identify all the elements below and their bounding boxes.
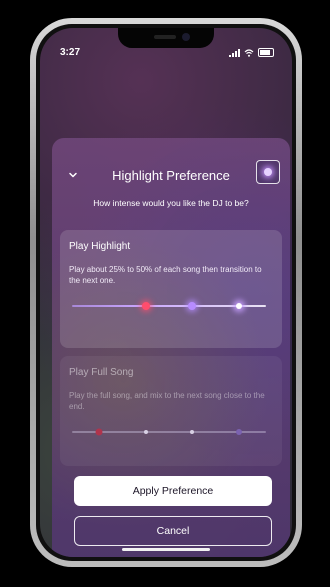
phone-frame: 3:27 Highlight Preference How intense wo… (30, 18, 302, 567)
wifi-icon (244, 48, 254, 57)
slider-marker-violet (188, 302, 197, 310)
phone-bezel: 3:27 Highlight Preference How intense wo… (36, 24, 296, 561)
option-title: Play Full Song (69, 367, 134, 378)
notch (118, 28, 214, 48)
dj-indicator-icon (264, 168, 272, 176)
option-title: Play Highlight (69, 241, 131, 252)
slider-marker-white (190, 430, 195, 434)
cancel-button[interactable]: Cancel (74, 516, 272, 546)
sheet-title: Highlight Preference (112, 168, 230, 183)
home-indicator (122, 548, 210, 551)
option-play-full-song[interactable]: Play Full Song Play the full song, and m… (60, 356, 282, 466)
preference-sheet: Highlight Preference How intense would y… (52, 138, 290, 557)
slider-marker-violet (235, 429, 242, 435)
sheet-header: Highlight Preference (52, 160, 290, 188)
signal-icon (229, 48, 240, 57)
apply-preference-button[interactable]: Apply Preference (74, 476, 272, 506)
camera (182, 33, 190, 41)
slider-marker-white (235, 303, 242, 309)
status-icons (229, 48, 274, 57)
intensity-slider[interactable] (72, 300, 266, 312)
slider-marker-white (143, 430, 148, 434)
slider-marker-red (141, 302, 150, 310)
slider-marker-red (95, 428, 103, 436)
option-play-highlight[interactable]: Play Highlight Play about 25% to 50% of … (60, 230, 282, 348)
dj-indicator-button[interactable] (256, 160, 280, 184)
battery-icon (258, 48, 274, 57)
intensity-slider[interactable] (72, 426, 266, 438)
screen: 3:27 Highlight Preference How intense wo… (40, 28, 292, 557)
option-description: Play the full song, and mix to the next … (69, 391, 265, 411)
sheet-subtitle: How intense would you like the DJ to be? (93, 198, 249, 208)
status-time: 3:27 (60, 47, 81, 58)
option-description: Play about 25% to 50% of each song then … (69, 265, 262, 285)
speaker (154, 35, 176, 39)
